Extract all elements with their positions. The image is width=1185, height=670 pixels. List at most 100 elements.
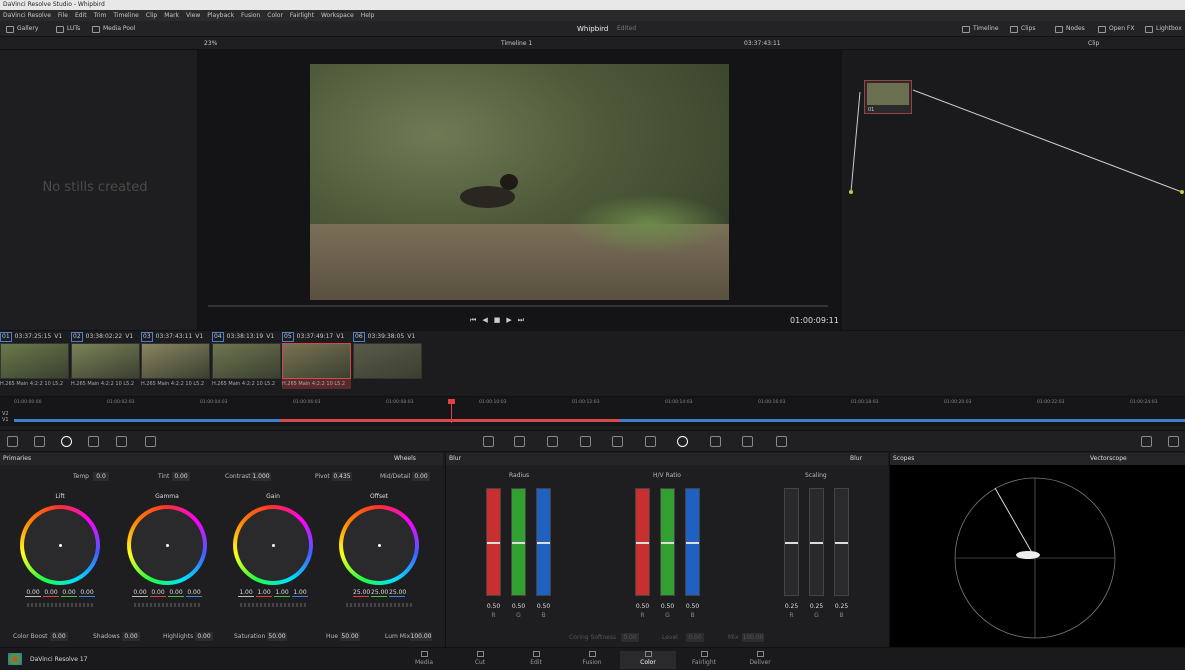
wheel-puck[interactable] [271,543,275,547]
wheel-value[interactable]: 1.00 [274,589,290,597]
wheel-master-slider[interactable] [27,603,93,607]
play-icon[interactable]: ▶ [506,316,511,326]
wheel-value[interactable]: 0.00 [168,589,184,597]
temp-field[interactable]: 0.0 [93,472,109,481]
color-match-icon[interactable] [34,436,45,447]
menu-item[interactable]: Workspace [321,12,354,19]
pivot-field[interactable]: 0.435 [332,472,352,481]
color-warper-icon[interactable] [514,436,525,447]
highlights-field[interactable]: 0.00 [195,632,213,641]
hv-bar-b[interactable] [685,488,700,596]
wheel-value[interactable]: 0.00 [25,589,41,597]
menu-item[interactable]: Clip [146,12,157,19]
hv-bar-r[interactable] [635,488,650,596]
skip-forward-icon[interactable]: ⏭ [518,316,524,326]
luts-button[interactable]: LUTs [56,21,80,37]
bar-value[interactable]: 0.25 [834,603,849,610]
wheel-value[interactable]: 25.00 [371,589,388,597]
clip-thumbnail[interactable]: 03 03:37:43:11 V1 H.265 Main 4:2:2 10 L5.2 [141,331,210,395]
clips-button[interactable]: Clips [1010,21,1035,37]
tracker-icon[interactable] [612,436,623,447]
wheel-value[interactable]: 0.00 [43,589,59,597]
menu-item[interactable]: Help [361,12,375,19]
wheel-master-slider[interactable] [346,603,412,607]
color-wheel[interactable] [20,505,100,585]
wheel-value[interactable]: 1.00 [292,589,308,597]
menu-item[interactable]: DaVinci Resolve [3,12,51,19]
bar-value[interactable]: 0.50 [660,603,675,610]
node-01[interactable]: 01 [864,80,912,114]
menu-item[interactable]: Trim [94,12,107,19]
menu-item[interactable]: Fusion [241,12,260,19]
info-icon[interactable] [1168,436,1179,447]
wheel-value[interactable]: 25.00 [389,589,406,597]
wheel-value[interactable]: 0.00 [79,589,95,597]
clip-thumbnail[interactable]: 06 03:39:38:05 V1 [353,331,422,395]
wheel-value[interactable]: 0.00 [186,589,202,597]
wheel-value[interactable]: 1.00 [256,589,272,597]
key-icon[interactable] [710,436,721,447]
menu-item[interactable]: File [58,12,68,19]
clip-thumbnail[interactable]: 04 03:38:13:19 V1 H.265 Main 4:2:2 10 L5.2 [212,331,281,395]
scrubber[interactable] [208,305,828,307]
3d-icon[interactable] [776,436,787,447]
sizing-icon[interactable] [742,436,753,447]
rgb-mixer-icon[interactable] [116,436,127,447]
menu-item[interactable]: Color [267,12,283,19]
tint-field[interactable]: 0.00 [172,472,190,481]
contrast-field[interactable]: 1.000 [251,472,271,481]
wheel-puck[interactable] [377,543,381,547]
menu-item[interactable]: Playback [207,12,234,19]
colorboost-field[interactable]: 0.00 [50,632,68,641]
wheel-value[interactable]: 1.00 [238,589,254,597]
page-tab-edit[interactable]: Edit [508,651,564,669]
wheel-value[interactable]: 0.00 [150,589,166,597]
level-field[interactable]: 0.00 [686,633,704,642]
color-wheel[interactable] [127,505,207,585]
middetail-field[interactable]: 0.00 [412,472,430,481]
lightbox-button[interactable]: Lightbox [1145,21,1182,37]
node-mode-select[interactable]: Clip [1088,37,1099,50]
page-tab-deliver[interactable]: Deliver [732,651,788,669]
clip-thumbnail[interactable]: 05 03:37:49:17 V1 H.265 Main 4:2:2 10 L5.2 [282,331,351,395]
media-pool-button[interactable]: Media Pool [92,21,135,37]
scaling-bar-b[interactable] [834,488,849,596]
qualifier-icon[interactable] [547,436,558,447]
camera-raw-icon[interactable] [7,436,18,447]
saturation-field[interactable]: 50.00 [267,632,287,641]
menu-item[interactable]: Mark [164,12,179,19]
scaling-bar-r[interactable] [784,488,799,596]
color-wheel[interactable] [339,505,419,585]
shadows-field[interactable]: 0.00 [122,632,140,641]
motion-effects-icon[interactable] [145,436,156,447]
lummix-field[interactable]: 100.00 [410,632,432,641]
timeline-select[interactable]: Timeline 1 [501,37,532,50]
magic-mask-icon[interactable] [645,436,656,447]
menu-item[interactable]: View [186,12,200,19]
wheel-value[interactable]: 0.00 [132,589,148,597]
page-tab-color[interactable]: Color [620,651,676,669]
playhead-handle-icon[interactable] [448,399,455,404]
clip-thumbnail[interactable]: 01 03:37:25:15 V1 H.265 Main 4:2:2 10 L5.2 [0,331,69,395]
blur-icon[interactable] [677,436,688,447]
nodes-button[interactable]: Nodes [1055,21,1085,37]
selected-clip-range[interactable] [280,419,620,422]
play-reverse-icon[interactable]: ◀ [482,316,487,326]
menu-item[interactable]: Edit [75,12,87,19]
bar-value[interactable]: 0.50 [536,603,551,610]
primaries-icon[interactable] [61,436,72,447]
wheel-master-slider[interactable] [240,603,306,607]
bar-value[interactable]: 0.50 [486,603,501,610]
color-wheel[interactable] [233,505,313,585]
blur-mode-select[interactable]: Blur [850,453,862,465]
window-icon[interactable] [580,436,591,447]
bar-value[interactable]: 0.25 [784,603,799,610]
page-tab-media[interactable]: Media [396,651,452,669]
clip-thumbnail[interactable]: 02 03:38:02:22 V1 H.265 Main 4:2:2 10 L5.2 [71,331,140,395]
skip-back-icon[interactable]: ⏮ [470,316,476,326]
gallery-button[interactable]: Gallery [6,21,38,37]
bar-value[interactable]: 0.50 [635,603,650,610]
wheel-value[interactable]: 25.00 [353,589,370,597]
menu-item[interactable]: Fairlight [290,12,314,19]
timeline-button[interactable]: Timeline [962,21,999,37]
